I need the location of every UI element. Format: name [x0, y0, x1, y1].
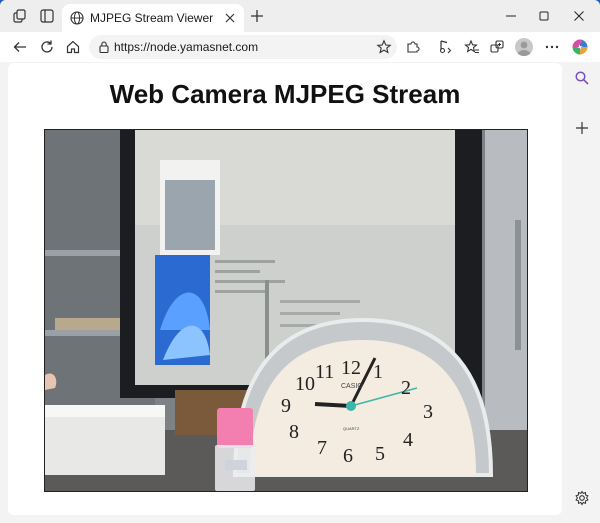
clock-numeral: 2	[401, 377, 411, 399]
clock-numeral: 9	[281, 395, 291, 417]
settings-icon[interactable]	[574, 490, 590, 506]
new-tab-icon[interactable]	[249, 8, 265, 24]
clock-numeral: 4	[403, 429, 413, 451]
more-icon[interactable]	[544, 39, 560, 55]
favorite-star-icon[interactable]	[376, 39, 392, 55]
tab-active[interactable]: MJPEG Stream Viewer	[62, 4, 244, 32]
back-icon[interactable]	[12, 39, 28, 55]
tab-title: MJPEG Stream Viewer	[90, 11, 214, 25]
minimize-icon[interactable]	[503, 8, 519, 24]
clock-numeral: 10	[295, 373, 315, 395]
clock-numeral: 7	[317, 437, 327, 459]
copilot-icon[interactable]	[571, 38, 589, 56]
clock-numeral: 12	[341, 357, 361, 379]
home-icon[interactable]	[65, 39, 81, 55]
page-content: Web Camera MJPEG Stream 12 1 2 3 4 5 6 7…	[8, 63, 562, 515]
clock-brand: CASIO	[341, 383, 363, 390]
browser-window: MJPEG Stream Viewer https://node.yamasne…	[0, 0, 600, 523]
workspaces-icon[interactable]	[12, 8, 28, 24]
add-icon[interactable]	[574, 120, 590, 136]
clock-numeral: 6	[343, 445, 353, 467]
close-window-icon[interactable]	[571, 8, 587, 24]
extensions-icon[interactable]	[405, 39, 421, 55]
clock-numeral: 8	[289, 421, 299, 443]
address-bar[interactable]: https://node.yamasnet.com	[89, 35, 397, 59]
clock-numeral: 5	[375, 443, 385, 465]
search-icon[interactable]	[574, 70, 590, 86]
refresh-icon[interactable]	[39, 39, 55, 55]
collections-icon[interactable]	[489, 39, 505, 55]
browser-toolbar: https://node.yamasnet.com	[0, 32, 600, 62]
maximize-icon[interactable]	[536, 8, 552, 24]
clock-numeral: 11	[315, 361, 334, 383]
favorites-icon[interactable]	[464, 39, 480, 55]
page-title: Web Camera MJPEG Stream	[109, 79, 461, 109]
lock-icon[interactable]	[97, 40, 111, 54]
profile-avatar[interactable]	[515, 38, 533, 56]
browser-sidebar	[564, 62, 600, 523]
tab-actions-icon[interactable]	[39, 8, 55, 24]
clock-quartz-label: QUARTZ	[343, 426, 360, 431]
mjpeg-stream-image: 12 1 2 3 4 5 6 7 8 9 10 11 CASIO QUARTZ	[44, 129, 528, 492]
tab-close-icon[interactable]	[222, 10, 238, 26]
read-aloud-icon[interactable]	[437, 39, 453, 55]
title-bar: MJPEG Stream Viewer	[0, 0, 600, 32]
clock-numeral: 1	[373, 361, 383, 383]
clock-numeral: 3	[423, 401, 433, 423]
url-text[interactable]: https://node.yamasnet.com	[114, 40, 258, 54]
globe-icon	[70, 11, 84, 25]
